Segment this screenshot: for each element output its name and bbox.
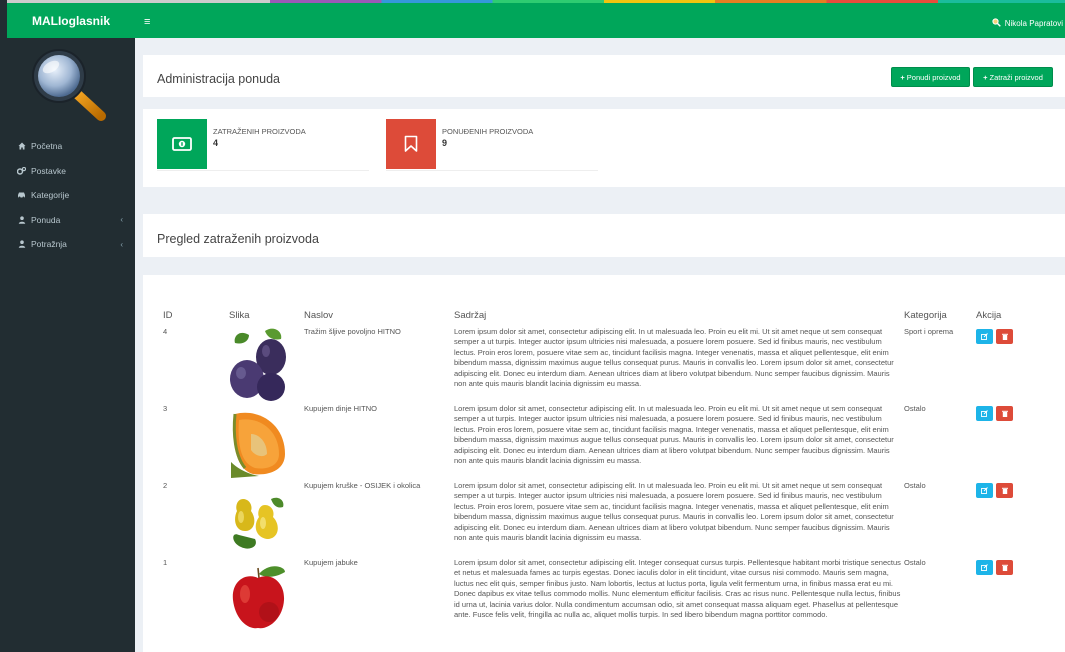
edit-button[interactable] — [976, 329, 993, 344]
stat-label: PONUĐENIH PROIZVODA — [442, 127, 534, 136]
money-icon — [157, 119, 207, 169]
main-content: Administracija ponuda + Ponudi proizvod … — [135, 38, 1065, 652]
sidebar-item-label: Postavke — [31, 165, 66, 176]
row-title[interactable]: Kupujem dinje HITNO — [304, 401, 454, 478]
chevron-left-icon: ‹ — [120, 215, 123, 225]
user-icon — [17, 240, 26, 249]
row-category: Ostalo — [904, 404, 926, 413]
edit-button[interactable] — [976, 560, 993, 575]
color-stripe — [270, 0, 1065, 3]
user-icon — [17, 215, 26, 224]
offered-products-stat[interactable]: PONUĐENIH PROIZVODA 9 — [386, 119, 598, 171]
edit-icon — [981, 410, 988, 417]
sidebar-item-pocetna[interactable]: Početna — [7, 134, 135, 159]
section-title: Pregled zatraženih proizvoda — [157, 232, 319, 246]
stat-value: 4 — [213, 138, 219, 148]
user-search-icon — [992, 18, 1001, 29]
row-id: 2 — [163, 481, 168, 490]
row-content: Lorem ipsum dolor sit amet, consectetur … — [454, 327, 894, 389]
offer-product-button[interactable]: + Ponudi proizvod — [891, 67, 970, 87]
delete-button[interactable] — [996, 483, 1013, 498]
stats-box: ZATRAŽENIH PROIZVODA 4 PONUĐENIH PROIZVO… — [143, 109, 1065, 187]
table-row: 4 Tražim šljive povoljno HITNO Lorem ips — [155, 324, 1036, 401]
admin-header-box: Administracija ponuda + Ponudi proizvod … — [143, 55, 1065, 97]
requests-table: ID Slika Naslov Sadržaj Kategorija Akcij… — [155, 302, 1036, 632]
trash-icon — [1001, 410, 1008, 417]
row-actions — [976, 401, 1036, 478]
brand-logo[interactable]: MALIoglasnik — [7, 0, 135, 38]
sidebar-item-label: Početna — [31, 141, 63, 152]
row-title[interactable]: Kupujem jabuke — [304, 555, 454, 632]
edit-button[interactable] — [976, 483, 993, 498]
row-category: Ostalo — [904, 558, 926, 567]
sidebar-item-label: Ponuda — [31, 214, 61, 225]
window-edge — [0, 0, 7, 652]
row-id: 3 — [163, 404, 168, 413]
edit-icon — [981, 333, 988, 340]
plus-icon: + — [900, 72, 905, 82]
magnifier-logo-icon — [29, 46, 109, 122]
gears-icon — [17, 166, 26, 175]
chevron-left-icon: ‹ — [120, 239, 123, 249]
row-id: 1 — [163, 558, 168, 567]
melon-image — [229, 401, 304, 478]
edit-button[interactable] — [976, 406, 993, 421]
column-header-action: Akcija — [976, 310, 1002, 321]
row-actions — [976, 555, 1036, 632]
plus-icon: + — [983, 72, 988, 82]
apple-image — [229, 555, 304, 632]
table-row: 2 Kupujem kruške - OSIJEK i okolica Lore… — [155, 478, 1036, 555]
sidebar-item-label: Potražnja — [31, 239, 67, 250]
column-header-id: ID — [163, 310, 173, 321]
trash-icon — [1001, 333, 1008, 340]
sidebar-nav: Početna Postavke Kategorije Ponuda ‹ Pot… — [7, 134, 135, 257]
row-content: Lorem ipsum dolor sit amet, consectetur … — [454, 558, 901, 620]
car-icon — [17, 191, 26, 200]
home-icon — [17, 142, 26, 151]
edit-icon — [981, 487, 988, 494]
row-content: Lorem ipsum dolor sit amet, consectetur … — [454, 481, 894, 543]
trash-icon — [1001, 487, 1008, 494]
edit-icon — [981, 564, 988, 571]
sidebar-item-potraznja[interactable]: Potražnja ‹ — [7, 232, 135, 257]
delete-button[interactable] — [996, 560, 1013, 575]
row-title[interactable]: Kupujem kruške - OSIJEK i okolica — [304, 478, 454, 555]
sidebar-item-postavke[interactable]: Postavke — [7, 159, 135, 184]
requested-products-stat[interactable]: ZATRAŽENIH PROIZVODA 4 — [157, 119, 369, 171]
hamburger-icon[interactable]: ≡ — [144, 16, 150, 28]
user-name: Nikola Papratovi — [1004, 19, 1063, 28]
column-header-content: Sadržaj — [454, 309, 487, 321]
sidebar-item-kategorije[interactable]: Kategorije — [7, 183, 135, 208]
column-header-title: Naslov — [304, 310, 334, 321]
column-header-image: Slika — [229, 310, 250, 321]
delete-button[interactable] — [996, 329, 1013, 344]
user-menu[interactable]: Nikola Papratovi — [992, 18, 1063, 29]
row-category: Ostalo — [904, 481, 926, 490]
request-product-button[interactable]: + Zatraži proizvod — [973, 67, 1053, 87]
delete-button[interactable] — [996, 406, 1013, 421]
trash-icon — [1001, 564, 1008, 571]
top-navbar: ≡ Nikola Papratovi — [135, 0, 1065, 38]
row-content: Lorem ipsum dolor sit amet, consectetur … — [454, 404, 894, 466]
sidebar: MALIoglasnik Početna Postavke Kategorije… — [7, 0, 135, 652]
sidebar-item-label: Kategorije — [31, 190, 70, 201]
stat-value: 9 — [442, 138, 448, 148]
sidebar-item-ponuda[interactable]: Ponuda ‹ — [7, 208, 135, 233]
row-title[interactable]: Tražim šljive povoljno HITNO — [304, 324, 454, 401]
row-actions — [976, 324, 1036, 401]
plums-image — [229, 324, 304, 401]
bookmark-icon — [386, 119, 436, 169]
row-id: 4 — [163, 327, 168, 336]
table-row: 3 Kupujem dinje HITNO Lorem ipsum dolor … — [155, 401, 1036, 478]
stat-label: ZATRAŽENIH PROIZVODA — [213, 127, 306, 136]
row-actions — [976, 478, 1036, 555]
overview-header-box: Pregled zatraženih proizvoda — [143, 214, 1065, 257]
column-header-category: Kategorija — [904, 310, 947, 321]
page-title: Administracija ponuda — [157, 72, 280, 86]
table-row: 1 Kupujem jabuke Lorem ipsum dolor sit a… — [155, 555, 1036, 632]
pears-image — [229, 478, 304, 555]
row-category: Sport i oprema — [904, 327, 954, 336]
